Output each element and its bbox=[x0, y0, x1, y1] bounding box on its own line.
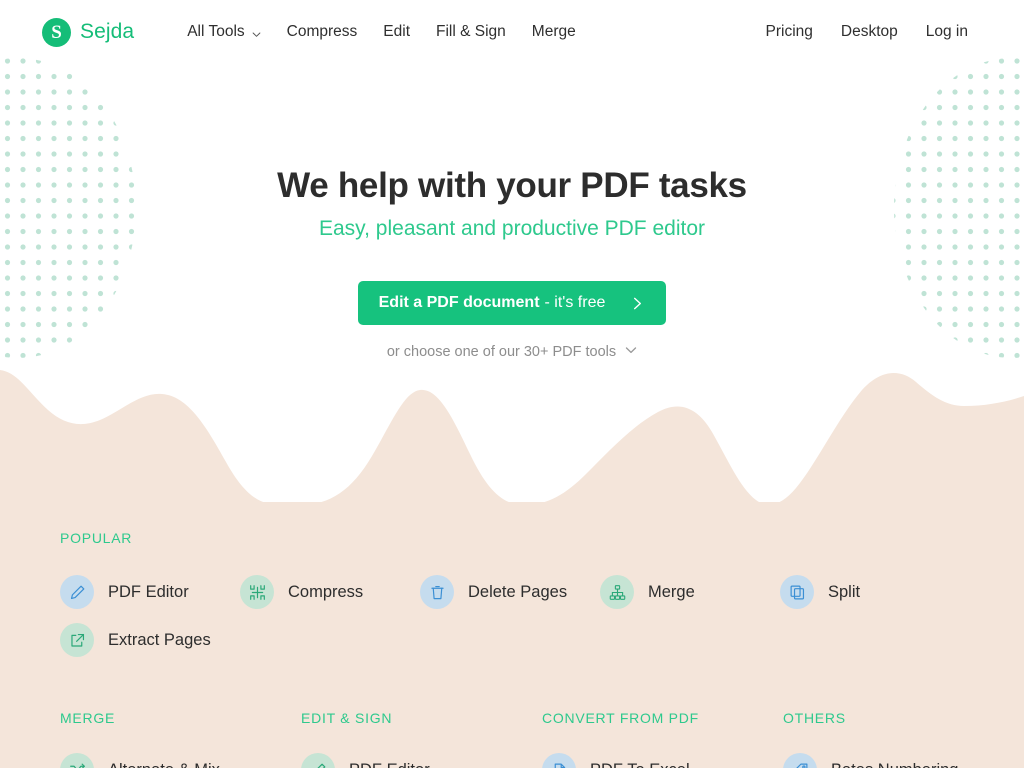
chevron-down-icon bbox=[252, 26, 261, 37]
wave-divider bbox=[0, 370, 1024, 505]
category-merge: MERGE Alternate & Mix bbox=[60, 710, 301, 768]
trash-icon bbox=[420, 575, 454, 609]
category-title: OTHERS bbox=[783, 710, 846, 726]
sejda-landing-page: S Sejda All Tools Compress Edit Fill & S… bbox=[0, 0, 1024, 768]
cta-tail-label: - it's free bbox=[544, 294, 606, 312]
chevron-right-icon bbox=[631, 296, 644, 311]
tool-alternate-and-mix[interactable]: Alternate & Mix bbox=[60, 750, 301, 768]
compress-icon bbox=[240, 575, 274, 609]
nav-item-fill-and-sign[interactable]: Fill & Sign bbox=[423, 17, 519, 47]
external-link-icon bbox=[60, 623, 94, 657]
sejda-logo-icon: S bbox=[42, 17, 71, 47]
nav-item-pricing[interactable]: Pricing bbox=[752, 17, 827, 47]
page-title: We help with your PDF tasks bbox=[277, 166, 747, 205]
tool-label: PDF To Excel bbox=[590, 761, 690, 768]
tool-categories: MERGE Alternate & Mix EDIT & SIGN bbox=[0, 710, 1024, 768]
tool-split[interactable]: Split bbox=[780, 568, 960, 616]
pencil-icon bbox=[301, 753, 335, 768]
secondary-nav: Pricing Desktop Log in bbox=[752, 17, 983, 47]
tool-pdf-to-excel[interactable]: PDF To Excel bbox=[542, 750, 783, 768]
popular-tools-grid: PDF Editor Compress Delete Pages Merge S… bbox=[60, 568, 980, 664]
category-title: CONVERT FROM PDF bbox=[542, 710, 699, 726]
page-subtitle: Easy, pleasant and productive PDF editor bbox=[319, 217, 705, 241]
shuffle-icon bbox=[60, 753, 94, 768]
brand-logo[interactable]: S Sejda bbox=[42, 17, 135, 47]
popular-tools-section: POPULAR PDF Editor Compress Delete Pages… bbox=[0, 530, 1024, 664]
tool-label: Bates Numbering bbox=[831, 761, 958, 768]
hierarchy-icon bbox=[600, 575, 634, 609]
site-header: S Sejda All Tools Compress Edit Fill & S… bbox=[0, 0, 1024, 64]
file-icon bbox=[542, 753, 576, 768]
nav-item-desktop[interactable]: Desktop bbox=[827, 17, 912, 47]
category-edit-and-sign: EDIT & SIGN PDF Editor bbox=[301, 710, 542, 768]
tag-icon bbox=[783, 753, 817, 768]
category-convert-from-pdf: CONVERT FROM PDF PDF To Excel bbox=[542, 710, 783, 768]
cta-strong-label: Edit a PDF document bbox=[378, 294, 540, 312]
brand-name: Sejda bbox=[80, 20, 135, 43]
nav-item-all-tools[interactable]: All Tools bbox=[174, 17, 273, 47]
nav-item-compress[interactable]: Compress bbox=[274, 17, 371, 47]
edit-pdf-cta-button[interactable]: Edit a PDF document - it's free bbox=[357, 281, 667, 326]
nav-item-merge[interactable]: Merge bbox=[519, 17, 589, 47]
tool-label: Merge bbox=[648, 582, 695, 601]
more-tools-link[interactable]: or choose one of our 30+ PDF tools bbox=[0, 344, 1024, 360]
nav-label-all-tools: All Tools bbox=[187, 23, 245, 40]
tool-merge[interactable]: Merge bbox=[600, 568, 780, 616]
tool-label: Extract Pages bbox=[108, 630, 211, 649]
layers-icon bbox=[780, 575, 814, 609]
tool-label: Compress bbox=[288, 582, 364, 601]
tool-extract-pages[interactable]: Extract Pages bbox=[60, 616, 240, 664]
nav-item-log-in[interactable]: Log in bbox=[912, 17, 982, 47]
more-tools-label: or choose one of our 30+ PDF tools bbox=[386, 344, 617, 361]
nav-item-edit[interactable]: Edit bbox=[370, 17, 423, 47]
tool-label: Delete Pages bbox=[468, 582, 568, 601]
tool-label: PDF Editor bbox=[349, 761, 430, 768]
tool-pdf-editor[interactable]: PDF Editor bbox=[60, 568, 240, 616]
tool-label: PDF Editor bbox=[108, 582, 189, 601]
tool-delete-pages[interactable]: Delete Pages bbox=[420, 568, 600, 616]
tool-compress[interactable]: Compress bbox=[240, 568, 420, 616]
tool-label: Split bbox=[828, 582, 861, 601]
pencil-icon bbox=[60, 575, 94, 609]
tool-pdf-editor-edit-sign[interactable]: PDF Editor bbox=[301, 750, 542, 768]
category-others: OTHERS Bates Numbering bbox=[783, 710, 1024, 768]
tool-label: Alternate & Mix bbox=[108, 761, 220, 768]
primary-nav: All Tools Compress Edit Fill & Sign Merg… bbox=[174, 17, 589, 47]
popular-section-title: POPULAR bbox=[60, 530, 133, 546]
category-title: EDIT & SIGN bbox=[301, 710, 393, 726]
chevron-down-icon bbox=[625, 344, 637, 360]
category-title: MERGE bbox=[60, 710, 116, 726]
tool-bates-numbering[interactable]: Bates Numbering bbox=[783, 750, 1024, 768]
